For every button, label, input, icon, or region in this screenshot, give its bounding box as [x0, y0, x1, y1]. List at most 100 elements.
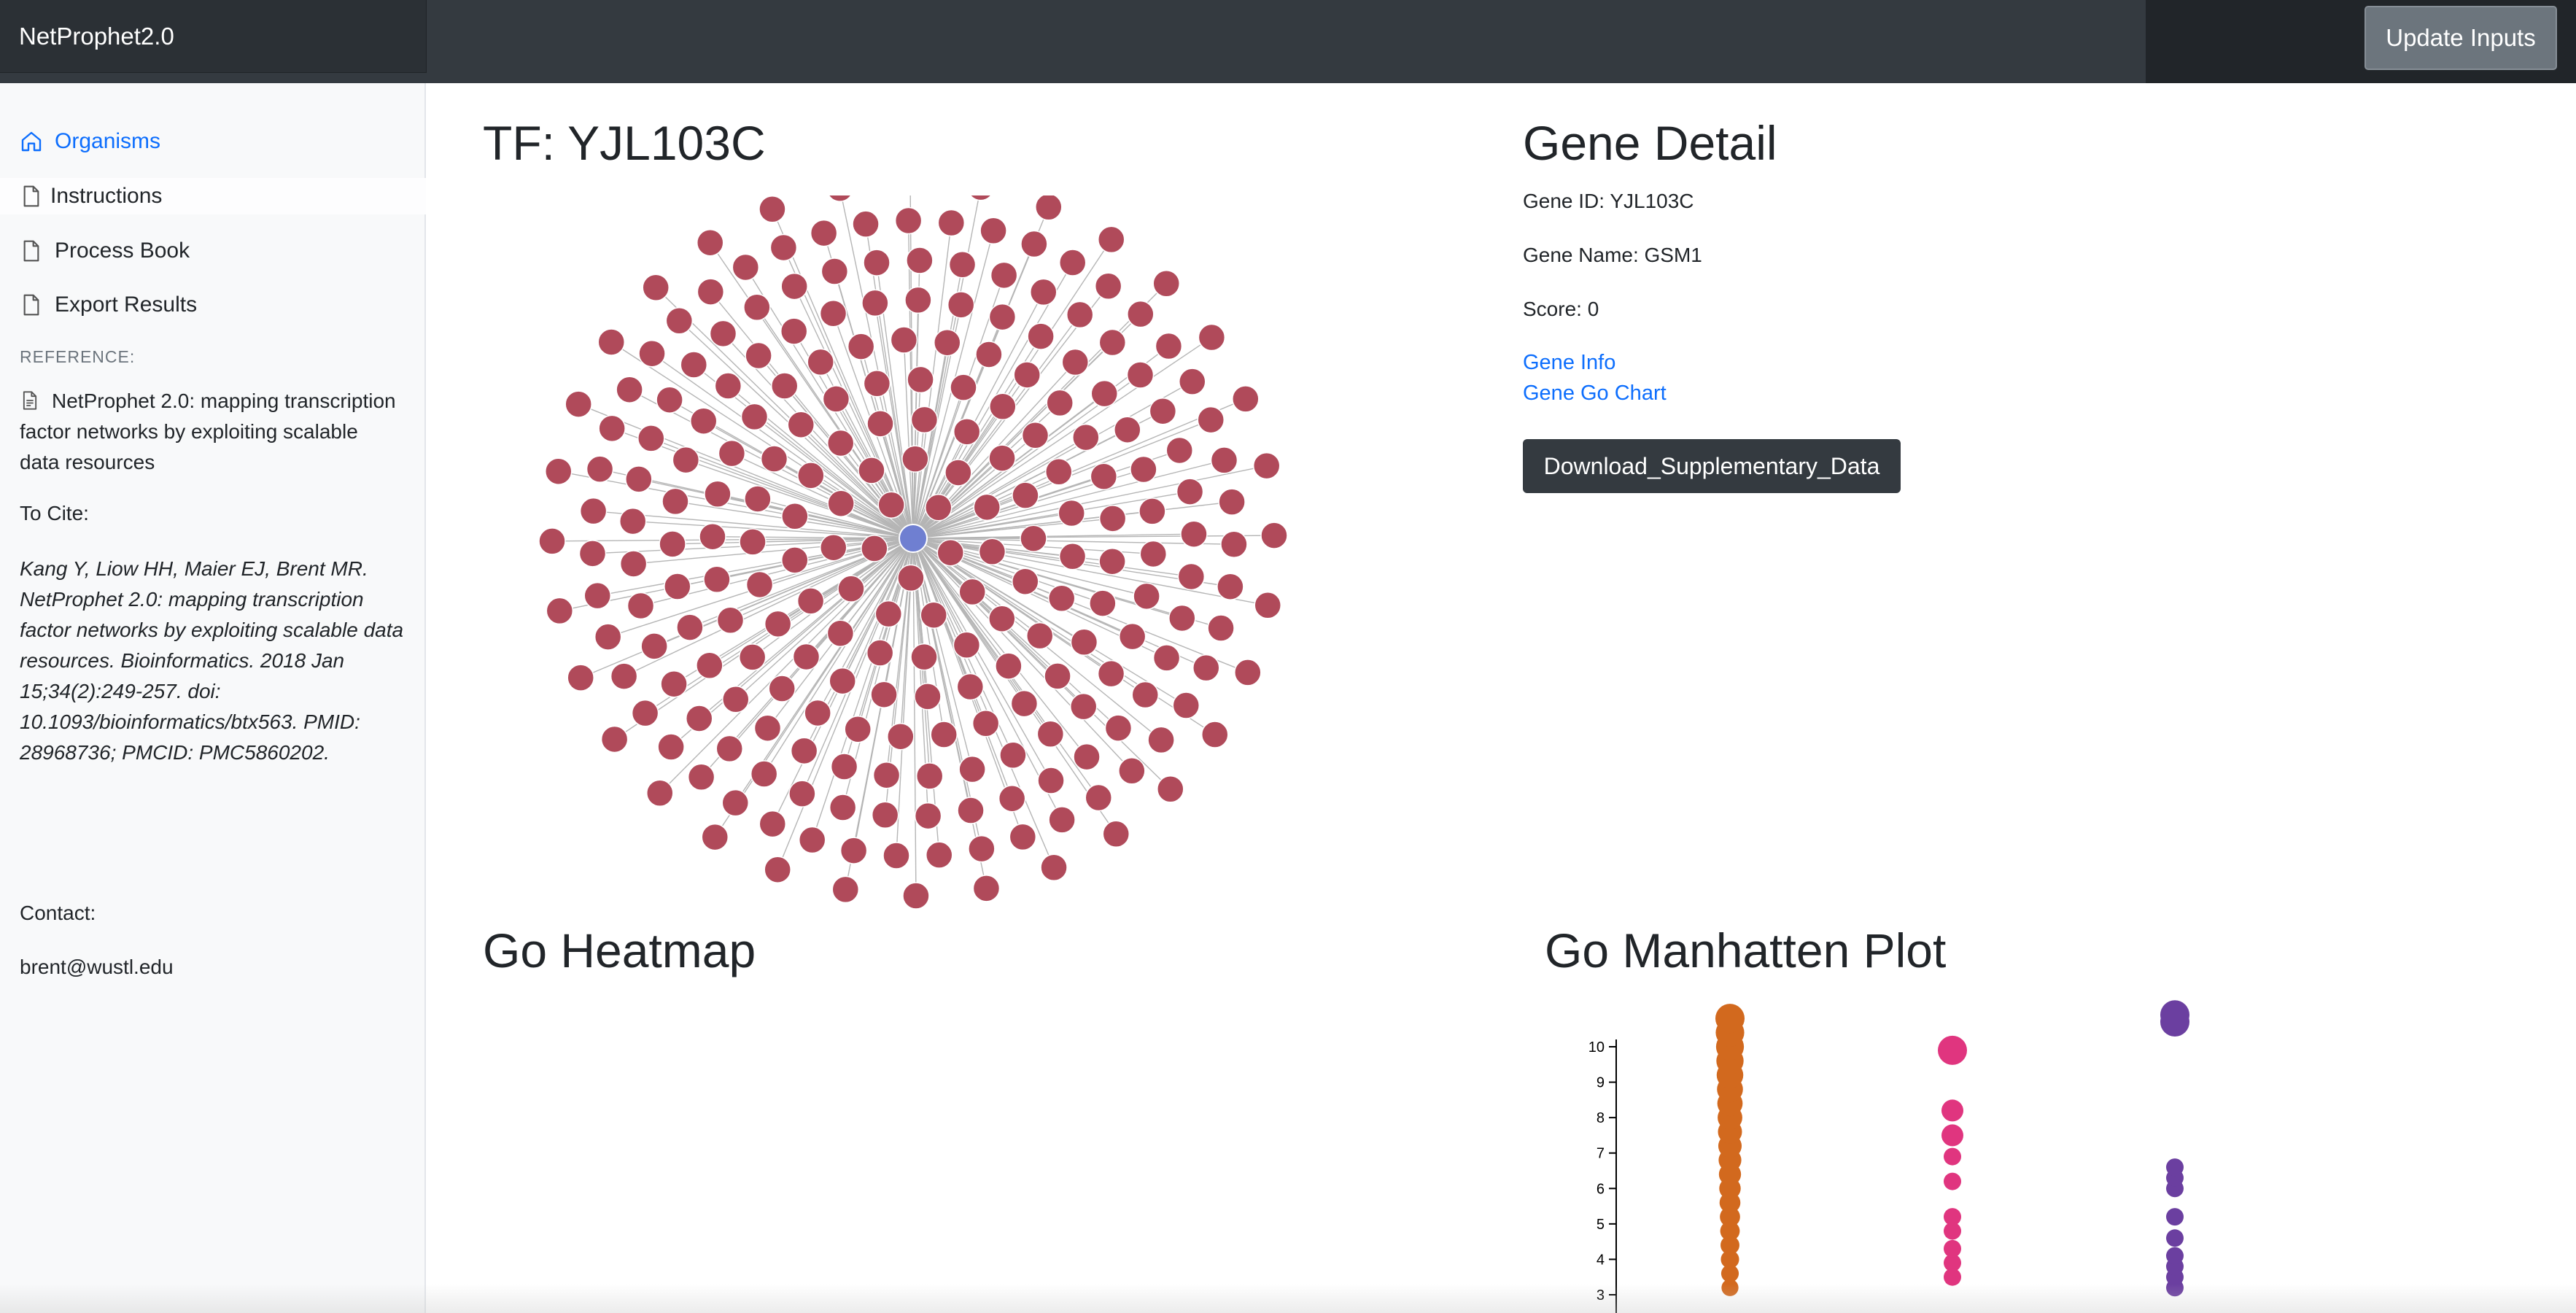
target-gene-node — [1090, 379, 1118, 408]
target-gene-node — [1098, 328, 1127, 357]
target-gene-node — [732, 253, 760, 282]
target-gene-node — [822, 385, 850, 413]
sidebar-item-label: Process Book — [55, 239, 190, 263]
target-gene-node — [565, 390, 592, 418]
cite-label: To Cite: — [20, 502, 89, 524]
target-gene-node — [1152, 269, 1180, 298]
target-gene-node — [1085, 783, 1112, 812]
target-gene-node — [827, 489, 855, 517]
target-gene-node — [1152, 644, 1181, 672]
target-gene-node — [872, 761, 901, 789]
target-gene-node — [819, 533, 847, 562]
target-gene-node — [626, 592, 655, 620]
target-gene-node — [685, 705, 713, 732]
target-gene-node — [914, 683, 942, 710]
target-gene-node — [861, 535, 888, 562]
target-gene-node — [1073, 743, 1101, 771]
tf-network-graph[interactable] — [511, 195, 1466, 910]
target-gene-node — [610, 662, 638, 690]
target-gene-node — [1040, 853, 1068, 881]
target-gene-node — [1044, 662, 1071, 690]
target-gene-node — [1104, 714, 1133, 742]
target-gene-node — [745, 341, 772, 370]
target-gene-node — [1058, 499, 1085, 527]
target-gene-node — [988, 303, 1017, 331]
target-gene-node — [744, 485, 772, 513]
network-edge — [802, 538, 914, 794]
sidebar-item-export-results[interactable]: Export Results — [20, 287, 197, 323]
target-gene-node — [664, 573, 691, 600]
download-supplementary-button[interactable]: Download_Supplementary_Data — [1523, 439, 1901, 493]
target-gene-node — [958, 578, 986, 606]
go-term-point — [1944, 1208, 1961, 1226]
top-navbar: NetProphet2.0 Update Inputs — [0, 0, 2576, 83]
target-gene-node — [787, 411, 815, 438]
reference-text[interactable]: NetProphet 2.0: mapping transcription fa… — [20, 386, 399, 478]
sidebar-item-label: Export Results — [55, 293, 198, 317]
target-gene-node — [1172, 692, 1200, 719]
target-gene-node — [781, 503, 809, 530]
target-gene-node — [894, 206, 923, 235]
y-tick-label: 7 — [1597, 1146, 1605, 1162]
target-gene-node — [975, 341, 1003, 368]
target-gene-node — [890, 326, 918, 354]
target-gene-node — [753, 714, 782, 742]
target-gene-node — [988, 444, 1016, 472]
target-gene-node — [764, 610, 792, 638]
app-brand[interactable]: NetProphet2.0 — [0, 0, 427, 73]
target-gene-node — [594, 623, 622, 651]
go-term-point — [1715, 1004, 1745, 1034]
target-gene-node — [760, 445, 788, 473]
target-gene-node — [1012, 481, 1039, 509]
target-gene-node — [969, 195, 992, 201]
target-gene-node — [687, 763, 715, 791]
target-gene-node — [973, 493, 1001, 522]
go-term-point — [1941, 1124, 1963, 1147]
target-gene-node — [739, 528, 767, 556]
target-gene-node — [953, 631, 981, 659]
sidebar-item-process-book[interactable]: Process Book — [20, 233, 190, 269]
target-gene-node — [1097, 225, 1125, 254]
sidebar-item-organisms[interactable]: Organisms — [20, 123, 160, 160]
target-gene-node — [538, 527, 566, 555]
target-gene-node — [1037, 767, 1065, 794]
target-gene-node — [770, 372, 799, 400]
target-gene-node — [646, 779, 674, 807]
target-gene-node — [699, 522, 726, 551]
target-gene-node — [988, 605, 1016, 632]
target-gene-node — [600, 725, 629, 754]
gene-go-chart-link[interactable]: Gene Go Chart — [1523, 381, 1667, 406]
target-gene-node — [1009, 823, 1037, 851]
target-gene-node — [999, 741, 1027, 769]
target-gene-node — [972, 875, 1001, 902]
target-gene-node — [957, 797, 985, 824]
target-gene-node — [1021, 422, 1050, 449]
target-gene-node — [1234, 659, 1262, 686]
target-gene-node — [759, 810, 787, 838]
target-gene-node — [866, 410, 894, 438]
file-icon — [23, 294, 39, 316]
target-gene-node — [665, 306, 694, 335]
target-gene-node — [1260, 522, 1288, 549]
target-gene-node — [1217, 573, 1244, 600]
target-gene-node — [1220, 530, 1248, 558]
target-gene-node — [689, 407, 718, 435]
target-gene-node — [989, 392, 1017, 421]
manhattan-plot[interactable]: 345678910 — [1568, 992, 2297, 1313]
gene-info-link[interactable]: Gene Info — [1523, 351, 1615, 375]
target-gene-node — [1025, 621, 1054, 650]
target-gene-node — [944, 459, 972, 487]
update-inputs-button[interactable]: Update Inputs — [2364, 6, 2557, 70]
target-gene-node — [597, 328, 626, 356]
target-gene-node — [1069, 692, 1098, 721]
target-gene-node — [844, 715, 872, 743]
target-gene-node — [1197, 406, 1225, 434]
target-gene-node — [1218, 488, 1246, 516]
sidebar-item-instructions[interactable]: Instructions — [0, 178, 426, 214]
y-tick-label: 5 — [1597, 1217, 1605, 1233]
target-gene-node — [721, 789, 750, 817]
target-gene-node — [583, 581, 611, 610]
target-gene-node — [904, 286, 932, 314]
sidebar-item-label: Instructions — [50, 184, 163, 208]
target-gene-node — [1030, 278, 1058, 306]
